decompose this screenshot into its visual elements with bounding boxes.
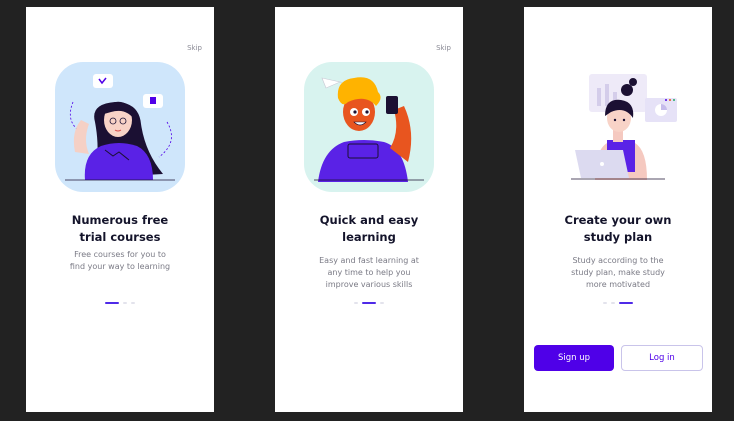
quick-learning-illustration xyxy=(304,62,434,192)
screen-subtitle: Study according to the study plan, make … xyxy=(571,256,665,289)
page-dot-active xyxy=(362,302,376,304)
page-indicator xyxy=(275,302,463,304)
screen-subtitle: Easy and fast learning at any time to he… xyxy=(319,256,419,289)
page-indicator xyxy=(524,302,712,304)
page-dot xyxy=(603,302,607,304)
screen-title: Numerous free trial courses xyxy=(71,213,169,244)
onboarding-screen-2: Skip Quick and easy learning Easy and fa… xyxy=(275,7,463,412)
screen-subtitle: Free courses for you to find your way to… xyxy=(69,250,171,271)
page-dot-active xyxy=(105,302,119,304)
onboarding-screen-1: Skip Numerous free trial courses Free co… xyxy=(26,7,214,412)
sign-up-button[interactable]: Sign up xyxy=(534,345,614,371)
study-plan-illustration xyxy=(553,62,683,192)
page-dot xyxy=(611,302,615,304)
page-dot xyxy=(131,302,135,304)
log-in-button[interactable]: Log in xyxy=(621,345,703,371)
page-dot-active xyxy=(619,302,633,304)
skip-button[interactable]: Skip xyxy=(436,44,451,52)
page-indicator xyxy=(26,302,214,304)
screen-title: Create your own study plan xyxy=(564,213,672,244)
skip-button[interactable]: Skip xyxy=(187,44,202,52)
free-courses-illustration xyxy=(55,62,185,192)
page-dot xyxy=(123,302,127,304)
screen-title: Quick and easy learning xyxy=(319,213,419,244)
page-dot xyxy=(380,302,384,304)
onboarding-screen-3: Create your own study plan Study accordi… xyxy=(524,7,712,412)
page-dot xyxy=(354,302,358,304)
